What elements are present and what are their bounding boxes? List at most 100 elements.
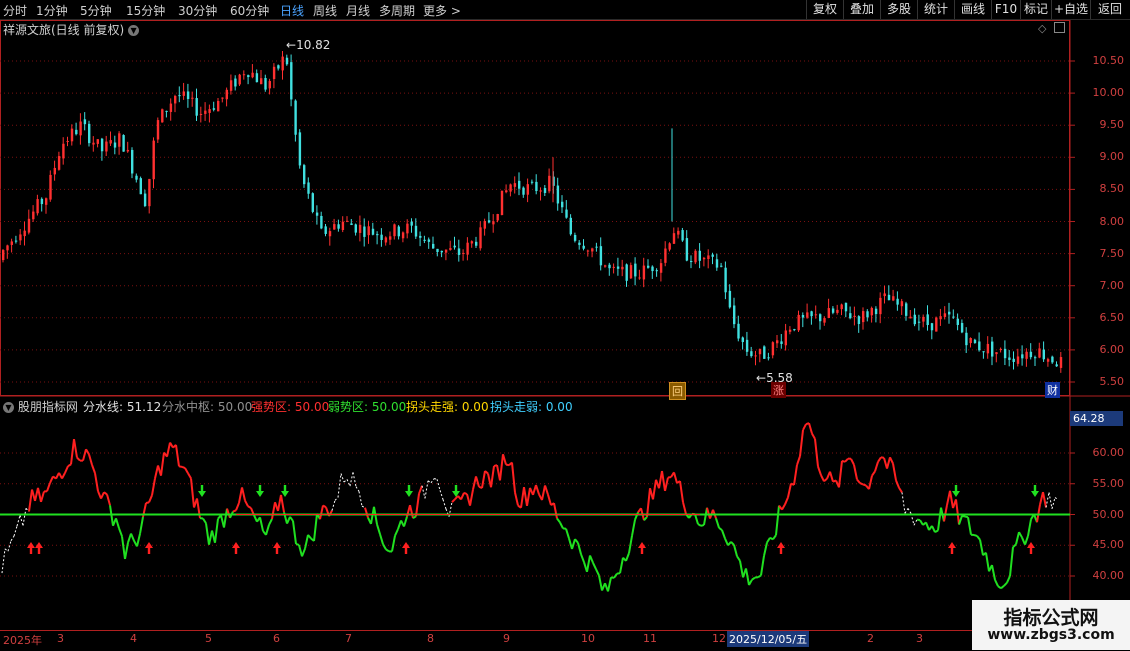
indicator-segment <box>683 502 686 514</box>
candle-body <box>41 199 43 204</box>
indicator-segment <box>776 506 779 536</box>
stats-button[interactable]: 统计 <box>917 0 954 19</box>
candle-body <box>380 235 382 240</box>
period-multi[interactable]: 多周期 <box>379 2 415 19</box>
indicator-label-fenshui: 分水线: 51.12 <box>83 398 161 415</box>
candle-body <box>122 135 124 152</box>
period-60min[interactable]: 60分钟 <box>230 2 269 19</box>
candle-body <box>419 236 421 238</box>
indicator-segment <box>761 556 764 576</box>
add-favorite-button[interactable]: +自选 <box>1051 0 1090 19</box>
indicator-segment <box>704 508 707 525</box>
candle-body <box>140 178 142 194</box>
candle-body <box>337 224 339 228</box>
indicator-segment <box>881 457 884 458</box>
indicator-segment <box>974 535 977 536</box>
candle-body <box>127 150 129 151</box>
candle-body <box>1056 364 1058 366</box>
candle-body <box>329 231 331 236</box>
indicator-segment <box>572 539 575 549</box>
candle-body <box>531 182 533 183</box>
indicator-segment <box>566 529 569 539</box>
candle-body <box>746 340 748 352</box>
candle-body <box>294 101 296 135</box>
period-daily[interactable]: 日线 <box>280 2 304 19</box>
indicator-segment <box>188 473 191 478</box>
indicator-segment <box>1016 532 1019 544</box>
candle-body <box>105 142 107 152</box>
up-arrow-icon <box>1027 542 1035 554</box>
candle-body <box>350 223 352 225</box>
period-weekly[interactable]: 周线 <box>313 2 337 19</box>
indicator-segment <box>452 499 455 502</box>
indicator-segment <box>161 452 164 475</box>
indicator-segment <box>587 555 590 571</box>
zhang-marker[interactable]: 涨 <box>771 382 786 398</box>
hui-marker[interactable]: 回 <box>669 382 686 400</box>
candle-body <box>991 342 993 357</box>
candle-body <box>92 143 94 145</box>
draw-button[interactable]: 画线 <box>954 0 991 19</box>
candle-body <box>385 237 387 242</box>
indicator-segment <box>932 526 935 532</box>
indicator-segment <box>86 449 89 454</box>
indicator-tick-label: 40.00 <box>1080 569 1124 582</box>
candle-body <box>1034 357 1036 358</box>
candle-body <box>110 140 112 143</box>
fuquan-button[interactable]: 复权 <box>806 0 843 19</box>
candle-body <box>484 221 486 229</box>
indicator-segment <box>272 502 275 519</box>
indicator-segment <box>8 541 11 552</box>
indicator-segment <box>731 542 734 545</box>
candle-body <box>514 183 516 187</box>
indicator-segment <box>797 456 800 465</box>
indicator-segment <box>500 454 503 480</box>
candle-body <box>45 198 47 205</box>
period-more[interactable]: 更多 > <box>423 2 461 19</box>
candle-body <box>260 78 262 84</box>
candle-body <box>716 259 718 267</box>
period-1min[interactable]: 1分钟 <box>36 2 68 19</box>
indicator-segment <box>1025 536 1028 545</box>
candle-body <box>1000 349 1002 350</box>
candle-body <box>995 352 997 354</box>
x-label-year: 2025年 <box>3 632 42 648</box>
price-tick-label: 7.50 <box>1080 247 1124 260</box>
candle-body <box>961 323 963 332</box>
f10-button[interactable]: F10 <box>991 0 1020 19</box>
period-30min[interactable]: 30分钟 <box>178 2 217 19</box>
up-arrow-icon <box>948 542 956 554</box>
candle-body <box>466 243 468 255</box>
candle-body <box>789 330 791 332</box>
indicator-segment <box>461 493 464 500</box>
indicator-segment <box>353 472 356 486</box>
mark-button[interactable]: 标记 <box>1020 0 1051 19</box>
price-tick-label: 6.50 <box>1080 311 1124 324</box>
multi-stock-button[interactable]: 多股 <box>880 0 917 19</box>
candle-body <box>475 242 477 246</box>
indicator-segment <box>395 529 398 536</box>
back-button[interactable]: 返回 <box>1090 0 1129 19</box>
overlay-button[interactable]: 叠加 <box>843 0 880 19</box>
candle-body <box>1017 356 1019 363</box>
candle-body <box>101 139 103 151</box>
indicator-segment <box>1049 492 1052 508</box>
indicator-dropdown-icon[interactable]: ▼ <box>3 402 14 413</box>
candle-body <box>488 220 490 222</box>
candle-body <box>79 121 81 135</box>
period-5min[interactable]: 5分钟 <box>80 2 112 19</box>
price-tick-label: 10.00 <box>1080 86 1124 99</box>
candle-body <box>845 303 847 312</box>
indicator-segment <box>332 500 335 510</box>
period-15min[interactable]: 15分钟 <box>126 2 165 19</box>
x-label-aug: 8 <box>427 632 434 645</box>
indicator-segment <box>965 517 968 518</box>
cai-marker[interactable]: 财 <box>1045 382 1060 398</box>
candle-body <box>982 351 984 352</box>
candle-body <box>634 264 636 277</box>
candle-body <box>647 266 649 268</box>
indicator-segment <box>758 575 761 577</box>
period-monthly[interactable]: 月线 <box>346 2 370 19</box>
x-label-dec: 12 <box>712 632 726 645</box>
period-fenshi[interactable]: 分时 <box>3 2 27 19</box>
